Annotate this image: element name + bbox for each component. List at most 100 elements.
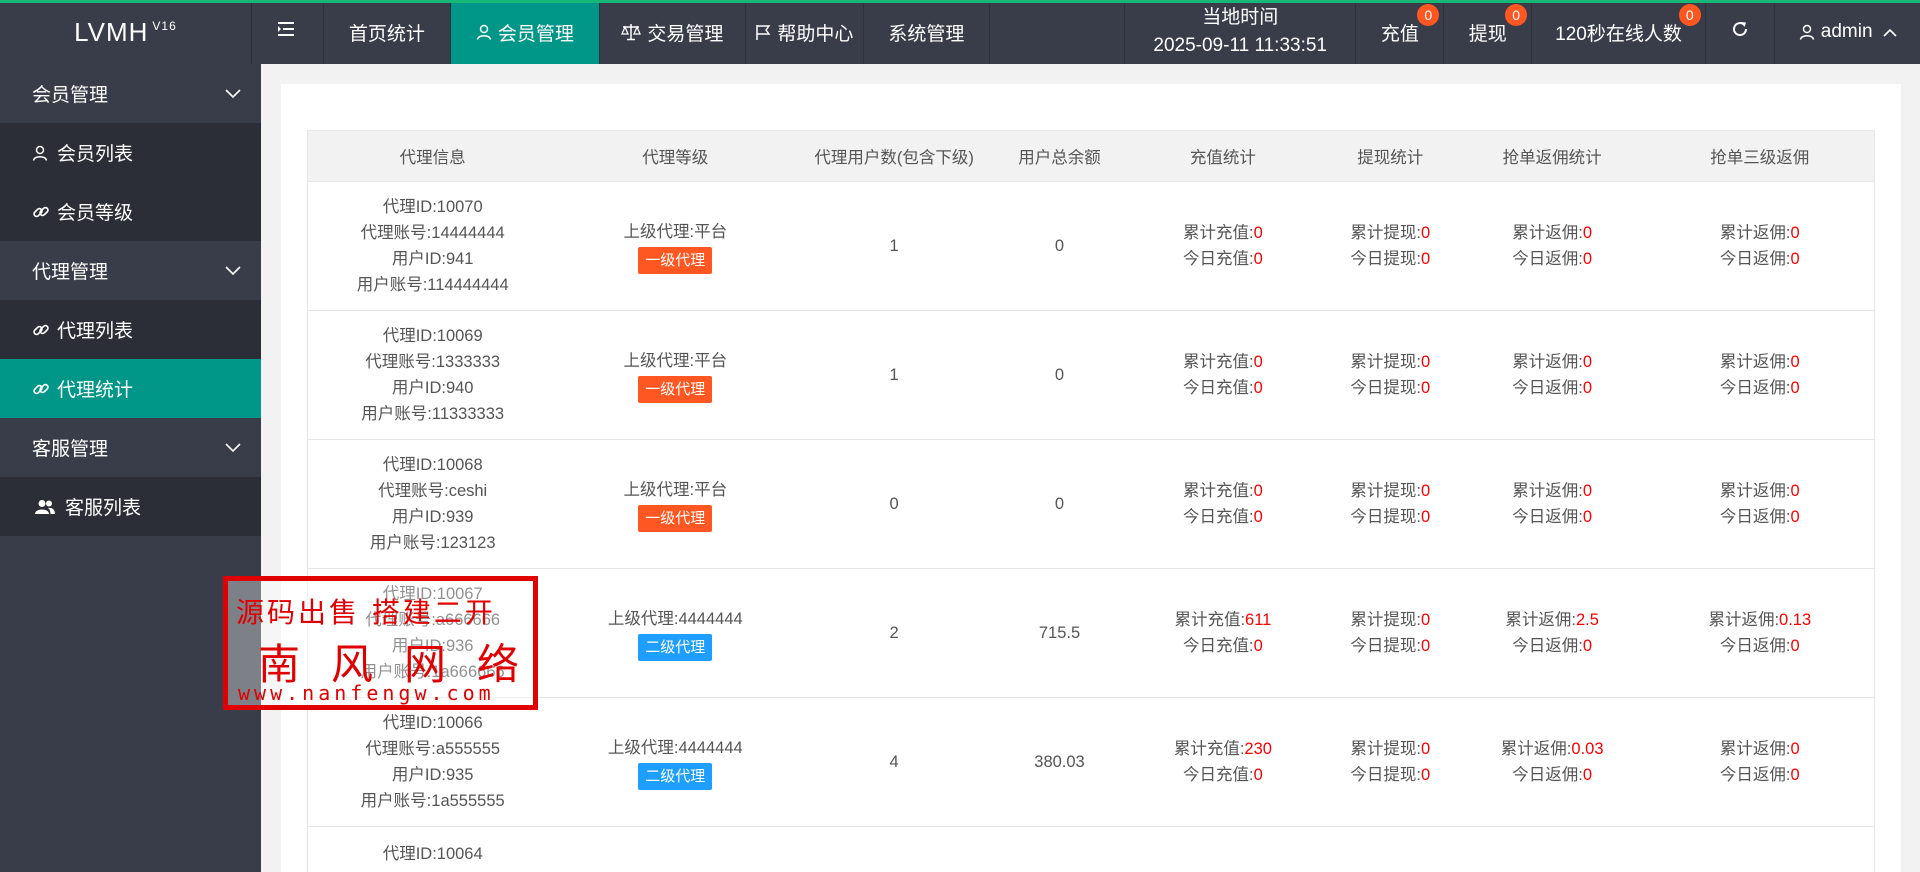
stat-line: 累计充值:230 [1173, 740, 1272, 758]
stat-line: 今日提现:0 [1350, 508, 1431, 526]
user-icon [1799, 24, 1815, 40]
level-badge: 一级代理 [638, 504, 713, 532]
stat-line: 累计提现:0 [1350, 740, 1431, 758]
total-balance-cell: 715.5 [995, 568, 1124, 698]
nav-home-stats[interactable]: 首页统计 [324, 0, 451, 64]
agent-users-cell: 4 [793, 697, 996, 827]
top-nav: 首页统计 会员管理 交易管理 帮助中心 系统管理 [252, 0, 990, 64]
chevron-down-icon [225, 260, 241, 282]
refresh-button[interactable] [1706, 0, 1776, 64]
sidebar-group-service[interactable]: 客服管理 [0, 418, 261, 477]
local-time-value: 2025-09-11 11:33:51 [1153, 35, 1327, 56]
column-header: 用户总余额 [995, 130, 1124, 182]
stat-line: 累计返佣:0.03 [1500, 740, 1604, 758]
nav-member-management[interactable]: 会员管理 [450, 0, 600, 64]
stat-line: 今日提现:0 [1350, 637, 1431, 655]
menu-toggle-button[interactable] [252, 0, 324, 64]
agent-users-cell: 1 [793, 310, 996, 440]
stat-line: 累计返佣:0.13 [1708, 611, 1812, 629]
stat-line: 代理ID:10069 [382, 327, 483, 345]
commission3-stats-cell: 累计返佣:0 今日返佣:0 [1645, 439, 1875, 569]
level-badge: 一级代理 [638, 246, 713, 274]
recharge-label: 充值 [1380, 23, 1419, 45]
sidebar: 会员管理 会员列表 会员等级 代理管理 代理列表 代理统计 客服管理 客服列表 [0, 64, 261, 872]
online-users-button[interactable]: 120秒在线人数 0 [1532, 0, 1706, 64]
sidebar-item-agent-list[interactable]: 代理列表 [0, 300, 261, 359]
agent-users-cell: 0 [793, 439, 996, 569]
stat-line: 代理ID:10064 [382, 845, 483, 863]
online-users-label: 120秒在线人数 [1555, 23, 1682, 45]
stat-line: 累计充值:611 [1174, 611, 1272, 629]
column-header: 抢单返佣统计 [1458, 130, 1646, 182]
users-icon [34, 499, 58, 515]
stat-line: 代理账号:ceshi [378, 482, 488, 500]
logo-version: V16 [152, 19, 177, 33]
recharge-button[interactable]: 充值 0 [1356, 0, 1445, 64]
stat-line: 代理账号:14444444 [360, 224, 505, 242]
sidebar-item-service-list[interactable]: 客服列表 [0, 477, 261, 536]
stat-line: 今日返佣:0 [1719, 379, 1800, 397]
commission3-stats-cell: 累计返佣:0 今日返佣:0 [1645, 181, 1875, 311]
sidebar-item-label: 会员列表 [57, 144, 134, 165]
stat-line: 累计返佣:0 [1512, 224, 1593, 242]
agent-info-cell: 代理ID:10070 代理账号:14444444 用户ID:941 用户账号:1144… [307, 181, 558, 311]
sidebar-group-members[interactable]: 会员管理 [0, 64, 261, 123]
stat-line: 今日充值:0 [1183, 637, 1263, 655]
stat-line: 今日充值:0 [1183, 250, 1263, 268]
nav-system-management[interactable]: 系统管理 [864, 0, 990, 64]
stat-line: 今日返佣:0 [1719, 637, 1800, 655]
stat-line: 代理ID:10070 [382, 198, 483, 216]
stat-line: 用户账号:11333333 [361, 405, 505, 423]
stat-line: 代理ID:10066 [382, 714, 483, 732]
sidebar-group-label: 代理管理 [32, 262, 109, 283]
user-icon [32, 145, 50, 161]
sidebar-item-member-list[interactable]: 会员列表 [0, 123, 261, 182]
stat-line: 今日充值:0 [1183, 508, 1263, 526]
stat-line: 累计充值:0 [1183, 224, 1263, 242]
stat-line: 今日提现:0 [1350, 250, 1431, 268]
agent-level-cell: 上级代理:4444444 二级代理 [557, 697, 794, 827]
agent-level-cell: 上级代理:平台一级代理 [557, 181, 794, 311]
flag-icon [755, 24, 771, 41]
withdraw-button[interactable]: 提现 0 [1444, 0, 1533, 64]
commission3-stats-cell: 累计返佣:0.13 今日返佣:0 [1645, 568, 1875, 698]
recharge-stats-cell: 累计充值:230 今日充值:0 [1123, 697, 1322, 827]
stat-line: 累计返佣:0 [1512, 482, 1593, 500]
sidebar-item-label: 会员等级 [57, 203, 134, 224]
column-header: 充值统计 [1123, 130, 1322, 182]
sidebar-group-label: 会员管理 [32, 85, 109, 106]
stat-line: 用户账号:1a555555 [360, 792, 505, 810]
agent-info-cell: 代理ID:10069 代理账号:1333333 用户ID:940 用户账号:11333… [307, 310, 558, 440]
table-row: 代理ID:10068 代理账号:ceshi 用户ID:939 用户账号:123123 上… [307, 439, 1875, 569]
stat-line: 今日提现:0 [1350, 379, 1431, 397]
stat-line: 今日返佣:0 [1512, 379, 1593, 397]
nav-help-center[interactable]: 帮助中心 [746, 0, 864, 64]
sidebar-item-agent-stats[interactable]: 代理统计 [0, 359, 261, 418]
agent-level-cell: 上级代理:平台 一级代理 [557, 310, 794, 440]
table-row: 代理ID:10066 代理账号:a555555 用户ID:935 用户账号:1a555… [307, 697, 1875, 827]
column-header: 代理等级 [557, 130, 794, 182]
recharge-stats-cell: 累计充值:0 今日充值:0 [1123, 181, 1322, 311]
total-balance-cell: 0 [995, 310, 1124, 440]
nav-trade-management[interactable]: 交易管理 [600, 0, 746, 64]
table-row: 代理ID:10064 [307, 826, 1875, 872]
stat-line: 今日返佣:0 [1719, 508, 1800, 526]
stat-line: 上级代理:平台 [623, 351, 728, 370]
sidebar-group-label: 客服管理 [32, 439, 109, 460]
link-icon [32, 203, 50, 221]
sidebar-item-member-level[interactable]: 会员等级 [0, 182, 261, 241]
chevron-down-icon [225, 83, 241, 105]
commission-stats-cell: 累计返佣:2.5 今日返佣:0 [1458, 568, 1646, 698]
stat-line: 累计返佣:0 [1719, 482, 1800, 500]
stat-line: 累计返佣:0 [1719, 740, 1800, 758]
top-header: LVMH V16 首页统计 会员管理 交易管理 帮助中心 系统管理 当地时间 20… [0, 0, 1920, 64]
stat-line: 上级代理:平台 [623, 222, 728, 241]
user-menu[interactable]: admin [1775, 0, 1920, 64]
column-header: 代理信息 [307, 130, 558, 182]
level-badge: 二级代理 [638, 633, 713, 661]
logo-text: LVMH [74, 16, 149, 47]
stat-line: 累计返佣:0 [1719, 224, 1800, 242]
sidebar-group-agents[interactable]: 代理管理 [0, 241, 261, 300]
nav-help-label: 帮助中心 [777, 23, 854, 45]
withdraw-stats-cell: 累计提现:0 今日提现:0 [1321, 439, 1459, 569]
